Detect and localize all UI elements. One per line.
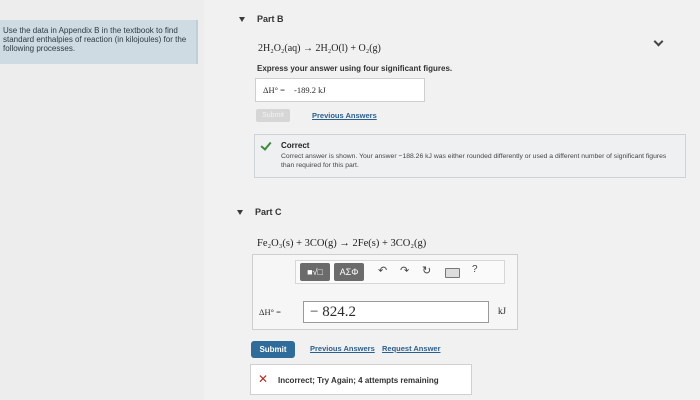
part-c-incorrect-feedback: ✕ Incorrect; Try Again; 4 attempts remai… — [250, 364, 472, 395]
main-panel — [204, 0, 700, 400]
symbols-button[interactable]: ΑΣΦ — [334, 263, 364, 281]
part-b-correct-feedback: Correct Correct answer is shown. Your an… — [254, 134, 686, 178]
correct-message: Correct answer is shown. Your answer −18… — [281, 153, 667, 169]
keyboard-icon[interactable] — [445, 268, 460, 278]
part-b-previous-answers-link[interactable]: Previous Answers — [312, 111, 377, 120]
x-icon: ✕ — [258, 372, 269, 386]
part-c-unit: kJ — [498, 306, 507, 316]
part-c-answer-input[interactable]: − 824.2 — [303, 301, 489, 323]
request-answer-link[interactable]: Request Answer — [382, 344, 441, 353]
part-b-answer-value: -189.2 kJ — [294, 85, 326, 95]
part-c-submit-button[interactable]: Submit — [251, 341, 295, 358]
part-b-answer-box: ΔH° = -189.2 kJ — [255, 78, 425, 102]
part-b-instruction: Express your answer using four significa… — [257, 64, 453, 73]
collapse-part-c-icon[interactable] — [237, 210, 243, 215]
collapse-part-b-icon[interactable] — [239, 17, 245, 22]
reset-icon[interactable]: ↻ — [422, 264, 431, 277]
part-b-title: Part B — [257, 14, 284, 24]
part-b-equation: 2H₂O₂(aq) → 2H₂O(l) + O₂(g) — [258, 43, 381, 54]
part-c-answer-editor: ■√□ ΑΣΦ ↶ ↷ ↻ ? ΔH° = − 824.2 — [252, 254, 518, 330]
part-b-submit-button[interactable]: Submit — [256, 109, 290, 122]
redo-icon[interactable]: ↷ — [400, 264, 409, 277]
check-icon — [260, 139, 272, 151]
left-panel: Use the data in Appendix B in the textbo… — [0, 0, 204, 400]
help-icon[interactable]: ? — [472, 264, 478, 275]
undo-icon[interactable]: ↶ — [378, 264, 387, 277]
part-b-answer-label: ΔH° = — [263, 85, 285, 95]
part-c-equation: Fe₂O₃(s) + 3CO(g) → 2Fe(s) + 3CO₂(g) — [257, 238, 427, 249]
templates-button[interactable]: ■√□ — [300, 263, 330, 281]
math-toolbar: ■√□ ΑΣΦ ↶ ↷ ↻ ? — [295, 260, 505, 284]
correct-title: Correct — [281, 141, 310, 150]
part-c-title: Part C — [255, 207, 282, 217]
part-c-previous-answers-link[interactable]: Previous Answers — [310, 344, 375, 353]
instructions-text: Use the data in Appendix B in the textbo… — [0, 20, 198, 64]
part-c-answer-label: ΔH° = — [259, 307, 281, 317]
incorrect-message: Incorrect; Try Again; 4 attempts remaini… — [278, 376, 439, 385]
